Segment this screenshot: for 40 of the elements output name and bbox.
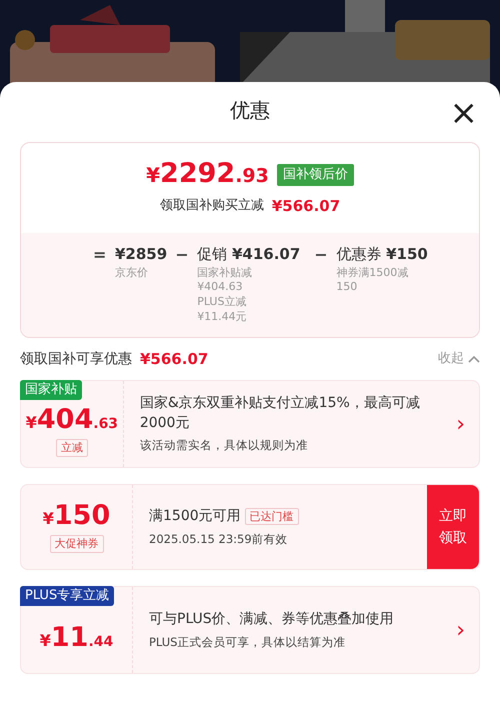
- breakdown-value: 促销 ¥416.07: [197, 244, 300, 265]
- offer-amount: ¥11.44: [40, 622, 114, 652]
- offer-subtitle: 该活动需实名，具体以规则为准: [140, 437, 309, 454]
- offer-tag: PLUS专享立减: [20, 586, 114, 606]
- breakdown-note: 神券满1500减: [336, 266, 410, 280]
- breakdown-value: 优惠券 ¥150: [336, 244, 428, 265]
- offer-amount: ¥150: [42, 501, 110, 531]
- offer-title: 国家&京东双重补贴支付立减15%，最高可减2000元: [140, 394, 421, 433]
- saving-amount: ¥566.07: [272, 196, 340, 216]
- threshold-badge: 已达门槛: [244, 508, 299, 526]
- offer-title: 满1500元可用: [149, 506, 241, 526]
- breakdown-note: 京东价: [115, 266, 149, 280]
- collapse-toggle[interactable]: 收起: [438, 349, 480, 369]
- offer-tag: 国家补贴: [20, 380, 82, 400]
- offer-badge: 大促神券: [50, 534, 104, 554]
- total-price: ¥2292.93: [146, 159, 269, 190]
- chevron-button[interactable]: ›: [442, 381, 479, 468]
- caret-icon: [468, 355, 480, 364]
- breakdown-note: PLUS立减: [197, 295, 248, 310]
- offer-badge: 立减: [56, 438, 88, 458]
- breakdown-note: 国家补贴减: [197, 266, 254, 280]
- section-label: 领取国补可享优惠: [20, 350, 132, 369]
- offer-subtitle: 2025.05.15 23:59前有效: [149, 530, 289, 548]
- offer-amount: ¥404.63: [26, 405, 118, 435]
- breakdown-note: ¥11.44元: [197, 310, 248, 325]
- chevron-button[interactable]: ›: [442, 587, 479, 674]
- operator-sign: −: [175, 244, 190, 266]
- offer-title: 可与PLUS价、满减、券等优惠叠加使用: [149, 610, 395, 629]
- close-button[interactable]: ×: [446, 96, 482, 130]
- offer-subtitle: PLUS正式会员可享，具体以结算为准: [149, 634, 346, 651]
- breakdown-note: 150: [336, 280, 358, 296]
- breakdown-note: ¥404.63: [197, 280, 244, 296]
- section-amount: ¥566.07: [140, 348, 208, 370]
- price-tag: 国补领后价: [276, 164, 354, 186]
- claim-button[interactable]: 立即领取: [427, 485, 479, 570]
- breakdown-value: ¥2859: [115, 244, 168, 265]
- saving-label: 领取国补购买立减: [160, 197, 264, 215]
- operator-sign: −: [314, 244, 329, 266]
- sheet-title: 优惠: [230, 97, 270, 124]
- operator-sign: =: [93, 244, 108, 266]
